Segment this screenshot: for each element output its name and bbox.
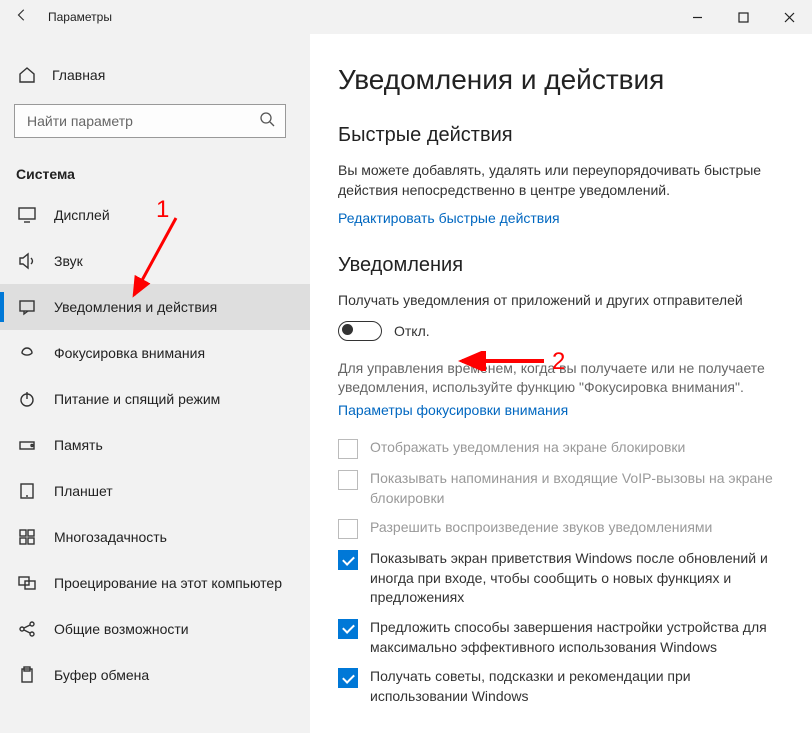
- sidebar-item-label: Питание и спящий режим: [54, 391, 220, 407]
- quick-actions-header: Быстрые действия: [338, 124, 788, 147]
- sound-icon: [18, 252, 36, 270]
- sidebar-item-display[interactable]: Дисплей: [0, 192, 310, 238]
- tablet-icon: [18, 482, 36, 500]
- focus-assist-link[interactable]: Параметры фокусировки внимания: [338, 402, 568, 418]
- notifications-header: Уведомления: [338, 254, 788, 277]
- search-icon: [259, 111, 275, 132]
- sidebar-item-notifications[interactable]: Уведомления и действия: [0, 284, 310, 330]
- sidebar-item-label: Фокусировка внимания: [54, 345, 205, 361]
- sidebar-item-label: Дисплей: [54, 207, 110, 223]
- checkbox: [338, 470, 358, 490]
- sidebar-item-label: Уведомления и действия: [54, 299, 217, 315]
- power-icon: [18, 390, 36, 408]
- home-icon: [18, 66, 36, 84]
- sidebar-item-label: Звук: [54, 253, 83, 269]
- focus-icon: [18, 344, 36, 362]
- multitask-icon: [18, 528, 36, 546]
- checkbox-label: Разрешить воспроизведение звуков уведомл…: [370, 518, 712, 538]
- search-box[interactable]: [14, 104, 286, 138]
- sidebar-item-label: Планшет: [54, 483, 113, 499]
- quick-actions-text: Вы можете добавлять, удалять или переупо…: [338, 161, 788, 200]
- sidebar-item-clipboard[interactable]: Буфер обмена: [0, 652, 310, 698]
- checkbox-row: Показывать напоминания и входящие VoIP-в…: [338, 469, 788, 508]
- edit-quick-actions-link[interactable]: Редактировать быстрые действия: [338, 210, 560, 226]
- checkbox[interactable]: [338, 550, 358, 570]
- sidebar-item-label: Буфер обмена: [54, 667, 149, 683]
- sidebar-home[interactable]: Главная: [0, 58, 310, 92]
- checkbox-row: Предложить способы завершения настройки …: [338, 618, 788, 657]
- maximize-button[interactable]: [720, 0, 766, 34]
- checkbox-row: Показывать экран приветствия Windows пос…: [338, 549, 788, 608]
- sidebar-item-label: Общие возможности: [54, 621, 189, 637]
- checkbox-label: Показывать экран приветствия Windows пос…: [370, 549, 788, 608]
- sidebar-item-label: Проецирование на этот компьютер: [54, 575, 282, 591]
- sidebar: Главная Система Дисплей Звук Уведомления…: [0, 34, 310, 733]
- notifications-toggle-state: Откл.: [394, 323, 430, 339]
- shared-icon: [18, 620, 36, 638]
- sidebar-item-label: Память: [54, 437, 103, 453]
- page-title: Уведомления и действия: [338, 64, 788, 96]
- checkbox-label: Показывать напоминания и входящие VoIP-в…: [370, 469, 788, 508]
- checkbox-label: Отображать уведомления на экране блокиро…: [370, 438, 685, 458]
- focus-assist-help: Для управления временем, когда вы получа…: [338, 359, 788, 398]
- checkbox: [338, 519, 358, 539]
- sidebar-section-header: Система: [0, 138, 310, 192]
- notifications-toggle[interactable]: [338, 321, 382, 341]
- sidebar-item-storage[interactable]: Память: [0, 422, 310, 468]
- content-area: Уведомления и действия Быстрые действия …: [310, 34, 812, 733]
- back-button[interactable]: [0, 8, 44, 26]
- notifications-icon: [18, 298, 36, 316]
- clipboard-icon: [18, 666, 36, 684]
- titlebar: Параметры: [0, 0, 812, 34]
- display-icon: [18, 206, 36, 224]
- checkbox[interactable]: [338, 668, 358, 688]
- search-input[interactable]: [27, 113, 259, 129]
- notifications-toggle-title: Получать уведомления от приложений и дру…: [338, 291, 788, 311]
- checkbox-row: Отображать уведомления на экране блокиро…: [338, 438, 788, 459]
- close-button[interactable]: [766, 0, 812, 34]
- checkbox-row: Получать советы, подсказки и рекомендаци…: [338, 667, 788, 706]
- sidebar-item-shared[interactable]: Общие возможности: [0, 606, 310, 652]
- storage-icon: [18, 436, 36, 454]
- sidebar-item-multitask[interactable]: Многозадачность: [0, 514, 310, 560]
- checkbox-row: Разрешить воспроизведение звуков уведомл…: [338, 518, 788, 539]
- sidebar-item-tablet[interactable]: Планшет: [0, 468, 310, 514]
- checkbox[interactable]: [338, 619, 358, 639]
- sidebar-item-label: Многозадачность: [54, 529, 167, 545]
- notifications-toggle-row: Откл.: [338, 321, 788, 341]
- sidebar-item-project[interactable]: Проецирование на этот компьютер: [0, 560, 310, 606]
- checkbox-label: Предложить способы завершения настройки …: [370, 618, 788, 657]
- checkbox-label: Получать советы, подсказки и рекомендаци…: [370, 667, 788, 706]
- sidebar-home-label: Главная: [52, 67, 105, 83]
- window-title: Параметры: [44, 10, 112, 24]
- sidebar-item-power[interactable]: Питание и спящий режим: [0, 376, 310, 422]
- project-icon: [18, 574, 36, 592]
- minimize-button[interactable]: [674, 0, 720, 34]
- checkbox: [338, 439, 358, 459]
- sidebar-item-focus[interactable]: Фокусировка внимания: [0, 330, 310, 376]
- sidebar-item-sound[interactable]: Звук: [0, 238, 310, 284]
